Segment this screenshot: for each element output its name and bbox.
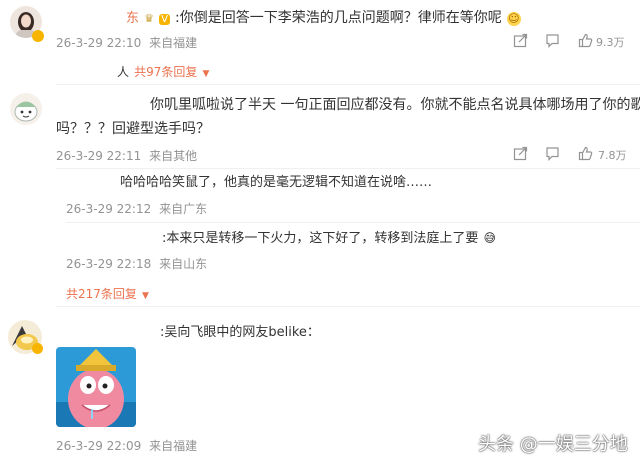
share-icon[interactable] xyxy=(513,146,528,161)
divider xyxy=(56,306,640,307)
reply-3-meta: 26-3-29 22:12 来自广东 xyxy=(66,200,207,217)
reply-4-meta: 26-3-29 22:18 来自山东 xyxy=(66,255,207,272)
smile-emoji-icon: ☺ xyxy=(506,12,521,26)
reply-count-link[interactable]: 共97条回复 xyxy=(134,65,197,79)
vip-badge: V xyxy=(159,14,170,25)
reply-summary-1[interactable]: 人 共97条回复 ▼ xyxy=(117,61,209,80)
username[interactable]: 东 xyxy=(126,11,139,26)
crown-icon: ♛ xyxy=(144,12,154,25)
comment-2-meta: 26-3-29 22:11 来自其他 xyxy=(56,147,197,164)
comment-icon[interactable] xyxy=(545,33,560,48)
comment-text-line: 你叽里呱啦说了半天 一句正面回应都没有。你就不能点名说具体哪场用了你的歌 xyxy=(150,97,640,113)
vip-badge-icon xyxy=(32,30,44,42)
comment-time: 26-3-29 22:18 xyxy=(66,257,152,271)
comment-source: 来自广东 xyxy=(159,202,208,216)
reply-text: :本来只是转移一下火力，这下好了，转移到法庭上了要 xyxy=(162,231,479,246)
comment-1-meta: 26-3-29 22:10 来自福建 xyxy=(56,34,197,51)
comment-text-line: 吗？？？回避型选手吗？ xyxy=(56,121,210,137)
comment-source: 来自福建 xyxy=(149,36,198,50)
avatar[interactable] xyxy=(10,93,42,125)
comment-source: 来自山东 xyxy=(159,257,208,271)
comment-source: 来自其他 xyxy=(149,149,198,163)
reply-count-link[interactable]: 共217条回复 xyxy=(66,287,137,301)
reply-4-header: :本来只是转移一下火力，这下好了，转移到法庭上了要 😅 xyxy=(162,227,496,250)
reply-summary-4[interactable]: 共217条回复 ▼ xyxy=(66,283,149,302)
reply-username: 人 xyxy=(117,65,130,79)
comment-time: 26-3-29 22:09 xyxy=(56,439,142,453)
chevron-down-icon: ▼ xyxy=(142,291,149,301)
comment-image[interactable] xyxy=(56,347,136,427)
comment-time: 26-3-29 22:12 xyxy=(66,202,152,216)
comment-5-meta: 26-3-29 22:09 来自福建 xyxy=(56,437,197,454)
vip-badge-icon xyxy=(32,343,43,354)
divider xyxy=(56,168,640,169)
watermark: 头条 @一娱三分地 xyxy=(478,434,628,455)
thumbs-up-icon[interactable] xyxy=(578,33,593,48)
sweat-smile-emoji-icon: 😅 xyxy=(483,231,496,245)
comment-1-header: 东 ♛ V :你倒是回答一下李荣浩的几点问题啊？律师在等你呢 ☺ xyxy=(126,7,521,27)
reply-text: 哈哈哈哈笑鼠了，他真的是毫无逻辑不知道在说啥…… xyxy=(120,175,433,190)
comment-time: 26-3-29 22:11 xyxy=(56,149,142,163)
chevron-down-icon: ▼ xyxy=(202,69,210,79)
divider xyxy=(56,84,640,85)
comment-time: 26-3-29 22:10 xyxy=(56,36,142,50)
like-count: 9.3万 xyxy=(596,36,625,49)
like-count: 7.8万 xyxy=(598,149,627,162)
comment-source: 来自福建 xyxy=(149,439,198,453)
share-icon[interactable] xyxy=(513,33,528,48)
comment-text: :你倒是回答一下李荣浩的几点问题啊？律师在等你呢 xyxy=(175,10,502,26)
comment-icon[interactable] xyxy=(545,146,560,161)
thumbs-up-icon[interactable] xyxy=(578,146,593,161)
comment-text: :吴向飞眼中的网友belike： xyxy=(160,325,320,340)
divider xyxy=(66,222,640,223)
